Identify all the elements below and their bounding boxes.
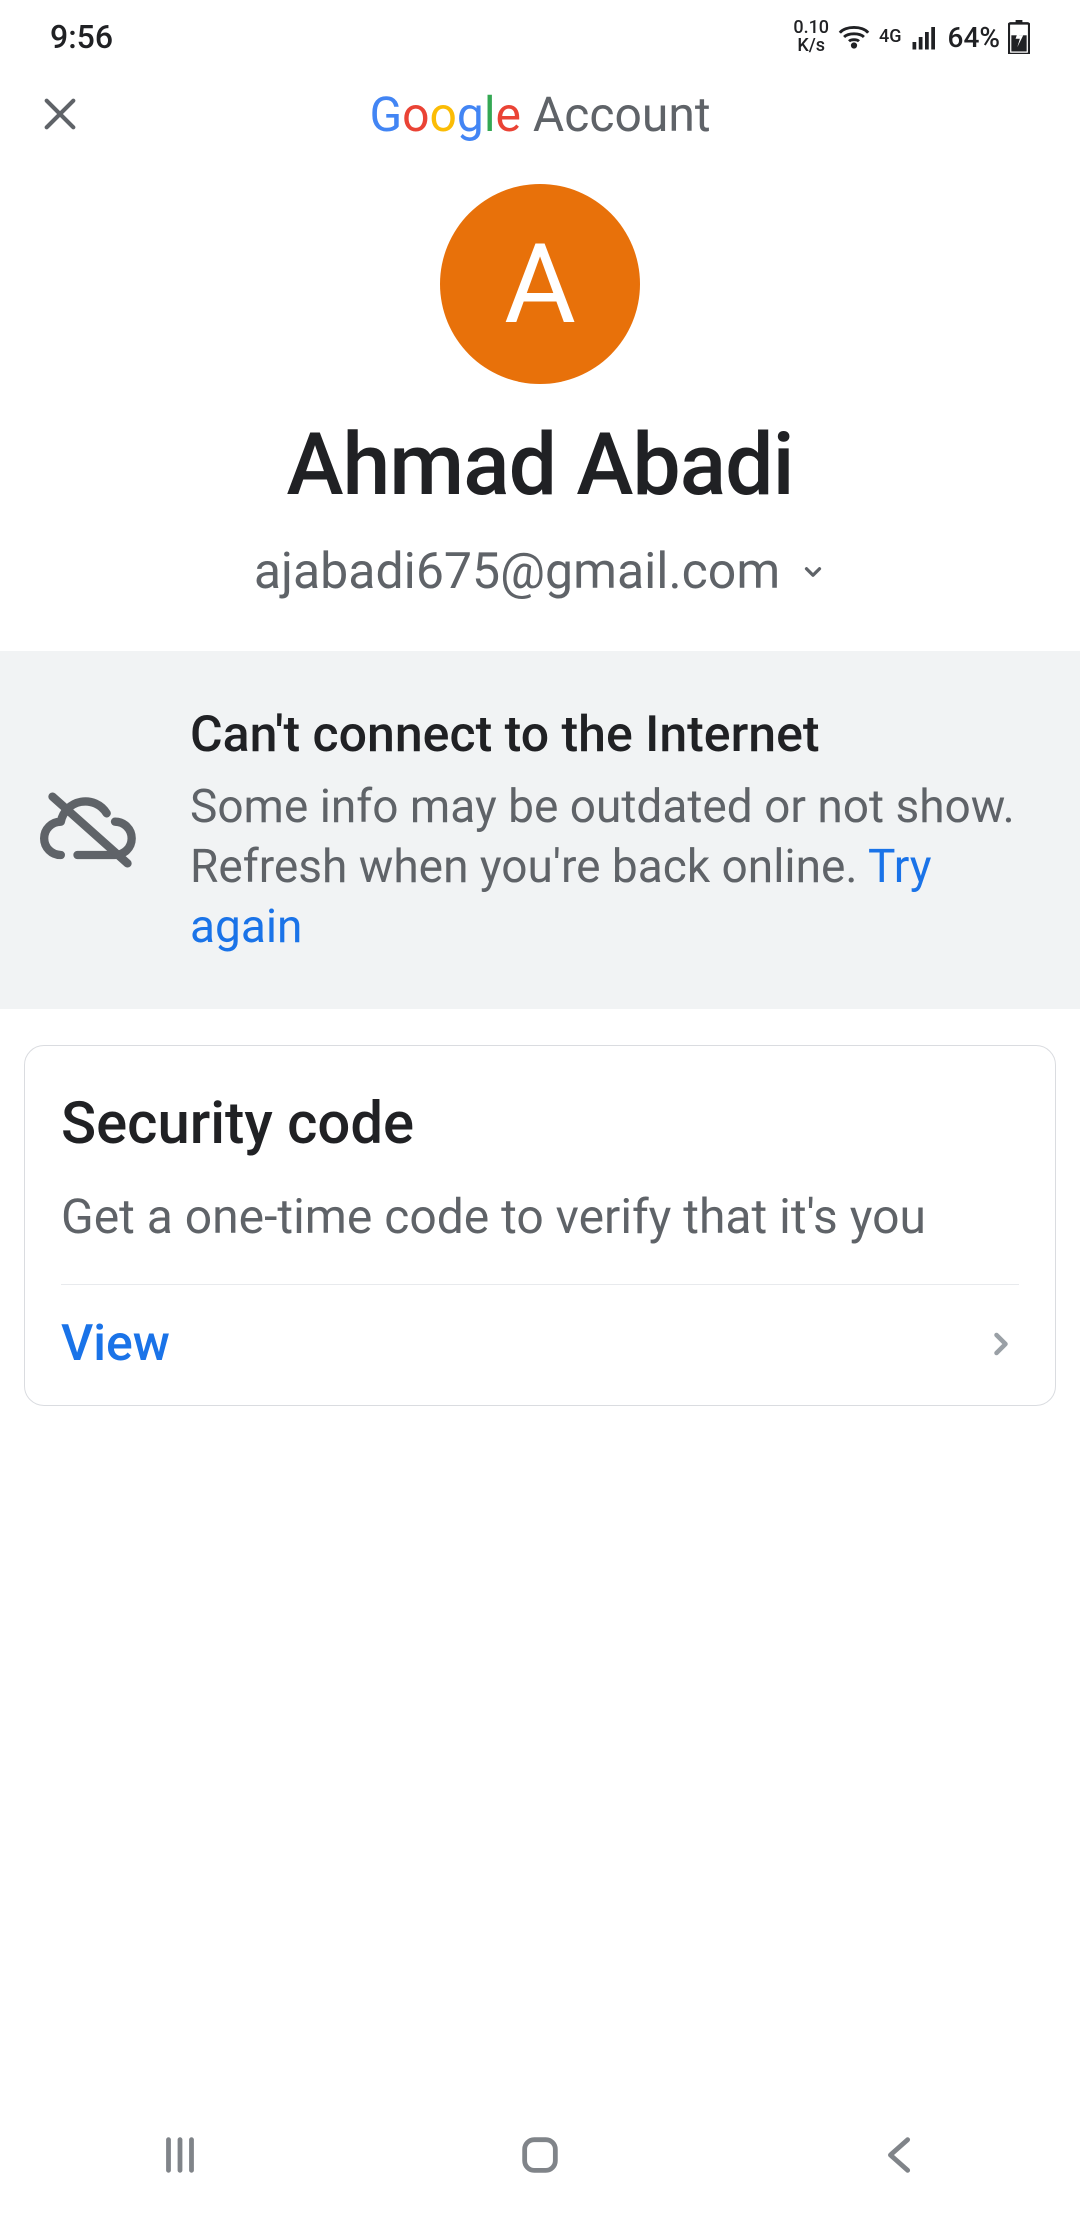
avatar[interactable]: A — [440, 184, 640, 384]
account-switcher[interactable]: ajabadi675@gmail.com — [254, 543, 826, 601]
card-title: Security code — [61, 1090, 1019, 1158]
status-bar: 9:56 0.10 K/s 4G 64% — [0, 0, 1080, 74]
divider — [61, 1284, 1019, 1285]
net-type: 4G — [879, 28, 902, 46]
system-navbar — [0, 2090, 1080, 2220]
email: ajabadi675@gmail.com — [254, 543, 780, 601]
brand-title: Google Account — [369, 86, 710, 143]
cloud-off-icon — [40, 780, 140, 880]
close-icon — [40, 94, 80, 134]
offline-banner: Can't connect to the Internet Some info … — [0, 651, 1080, 1009]
app-header: Google Account — [0, 74, 1080, 164]
chevron-right-icon — [983, 1326, 1019, 1362]
avatar-letter: A — [504, 220, 576, 349]
status-time: 9:56 — [50, 18, 113, 56]
view-action[interactable]: View — [61, 1315, 1019, 1373]
banner-title: Can't connect to the Internet — [190, 703, 1040, 768]
security-code-card: Security code Get a one-time code to ver… — [24, 1045, 1056, 1405]
wifi-icon — [837, 20, 871, 54]
home-icon — [517, 2132, 563, 2178]
battery-percent: 64% — [948, 21, 1000, 54]
view-link: View — [61, 1315, 170, 1373]
back-button[interactable] — [865, 2120, 935, 2190]
recents-icon — [157, 2132, 203, 2178]
chevron-down-icon — [800, 559, 826, 585]
net-speed: 0.10 K/s — [793, 19, 829, 55]
display-name: Ahmad Abadi — [20, 414, 1060, 515]
recents-button[interactable] — [145, 2120, 215, 2190]
signal-icon — [910, 22, 940, 52]
profile-section: A Ahmad Abadi ajabadi675@gmail.com — [0, 164, 1080, 651]
banner-subtitle: Some info may be outdated or not show. R… — [190, 778, 1040, 957]
battery-icon — [1008, 20, 1030, 54]
card-description: Get a one-time code to verify that it's … — [61, 1186, 1019, 1247]
status-icons: 0.10 K/s 4G 64% — [793, 19, 1030, 55]
back-icon — [877, 2132, 923, 2178]
close-button[interactable] — [40, 94, 80, 134]
home-button[interactable] — [505, 2120, 575, 2190]
